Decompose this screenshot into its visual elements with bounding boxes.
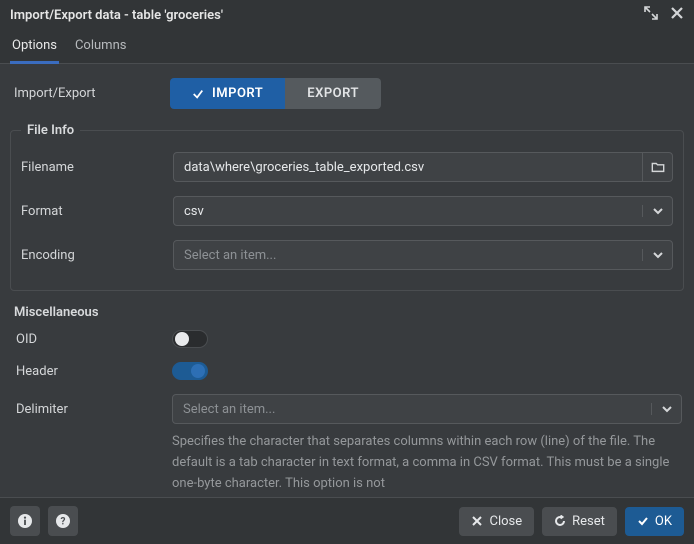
titlebar-controls bbox=[644, 6, 684, 24]
format-row: Format csv bbox=[21, 196, 673, 226]
dialog-footer: ? Close Reset OK bbox=[0, 497, 694, 544]
footer-left: ? bbox=[10, 506, 78, 536]
browse-button[interactable] bbox=[642, 153, 672, 181]
check-icon bbox=[637, 515, 649, 527]
filename-label: Filename bbox=[21, 160, 173, 175]
header-row: Header bbox=[12, 362, 682, 380]
ok-button-label: OK bbox=[655, 514, 672, 529]
footer-right: Close Reset OK bbox=[459, 507, 684, 536]
header-toggle[interactable] bbox=[172, 362, 208, 380]
chevron-down-icon bbox=[651, 403, 681, 415]
help-icon: ? bbox=[55, 513, 71, 529]
filename-row: Filename bbox=[21, 152, 673, 182]
reset-button-label: Reset bbox=[572, 514, 605, 529]
encoding-label: Encoding bbox=[21, 248, 173, 263]
export-button[interactable]: EXPORT bbox=[285, 78, 381, 109]
file-info-fieldset: File Info Filename Format csv bbox=[10, 123, 684, 291]
toggle-knob bbox=[175, 332, 189, 346]
import-export-row: Import/Export IMPORT EXPORT bbox=[10, 78, 684, 109]
encoding-placeholder: Select an item... bbox=[174, 248, 642, 263]
toggle-knob bbox=[191, 364, 205, 378]
format-select[interactable]: csv bbox=[173, 196, 673, 226]
close-button[interactable]: Close bbox=[459, 507, 534, 536]
delimiter-placeholder: Select an item... bbox=[173, 402, 651, 417]
info-icon bbox=[17, 513, 33, 529]
ok-button[interactable]: OK bbox=[625, 507, 684, 536]
tabs: Options Columns bbox=[0, 30, 694, 64]
misc-legend: Miscellaneous bbox=[12, 305, 682, 320]
check-icon bbox=[192, 88, 204, 100]
tab-options[interactable]: Options bbox=[10, 30, 59, 63]
format-label: Format bbox=[21, 204, 173, 219]
import-button-label: IMPORT bbox=[212, 86, 263, 101]
close-icon[interactable] bbox=[670, 6, 684, 24]
x-icon bbox=[471, 515, 483, 527]
chevron-down-icon bbox=[642, 249, 672, 261]
oid-label: OID bbox=[12, 332, 172, 347]
delimiter-help-text: Specifies the character that separates c… bbox=[12, 432, 682, 494]
delimiter-label: Delimiter bbox=[12, 402, 172, 417]
info-button[interactable] bbox=[10, 506, 40, 536]
titlebar: Import/Export data - table 'groceries' bbox=[0, 0, 694, 30]
chevron-down-icon bbox=[642, 205, 672, 217]
tab-columns[interactable]: Columns bbox=[73, 30, 129, 63]
oid-row: OID bbox=[12, 330, 682, 348]
dialog-title: Import/Export data - table 'groceries' bbox=[10, 8, 223, 23]
dialog-body: Import/Export IMPORT EXPORT File Info Fi… bbox=[0, 64, 694, 497]
delimiter-select[interactable]: Select an item... bbox=[172, 394, 682, 424]
folder-icon bbox=[651, 160, 665, 174]
import-export-dialog: Import/Export data - table 'groceries' O… bbox=[0, 0, 694, 544]
reset-icon bbox=[554, 515, 566, 527]
import-button[interactable]: IMPORT bbox=[170, 78, 285, 109]
oid-toggle[interactable] bbox=[172, 330, 208, 348]
help-button[interactable]: ? bbox=[48, 506, 78, 536]
encoding-select[interactable]: Select an item... bbox=[173, 240, 673, 270]
misc-section: Miscellaneous OID Header Delimiter Selec… bbox=[10, 305, 684, 497]
close-button-label: Close bbox=[489, 514, 522, 529]
import-export-segment: IMPORT EXPORT bbox=[170, 78, 381, 109]
filename-input[interactable] bbox=[174, 153, 642, 181]
delimiter-row: Delimiter Select an item... bbox=[12, 394, 682, 424]
encoding-row: Encoding Select an item... bbox=[21, 240, 673, 270]
reset-button[interactable]: Reset bbox=[542, 507, 617, 536]
export-button-label: EXPORT bbox=[307, 86, 359, 101]
header-label: Header bbox=[12, 364, 172, 379]
file-info-legend: File Info bbox=[21, 123, 80, 138]
maximize-icon[interactable] bbox=[644, 6, 658, 24]
filename-input-wrap bbox=[173, 152, 673, 182]
format-value: csv bbox=[174, 204, 642, 219]
import-export-label: Import/Export bbox=[10, 86, 170, 101]
svg-text:?: ? bbox=[61, 517, 66, 528]
